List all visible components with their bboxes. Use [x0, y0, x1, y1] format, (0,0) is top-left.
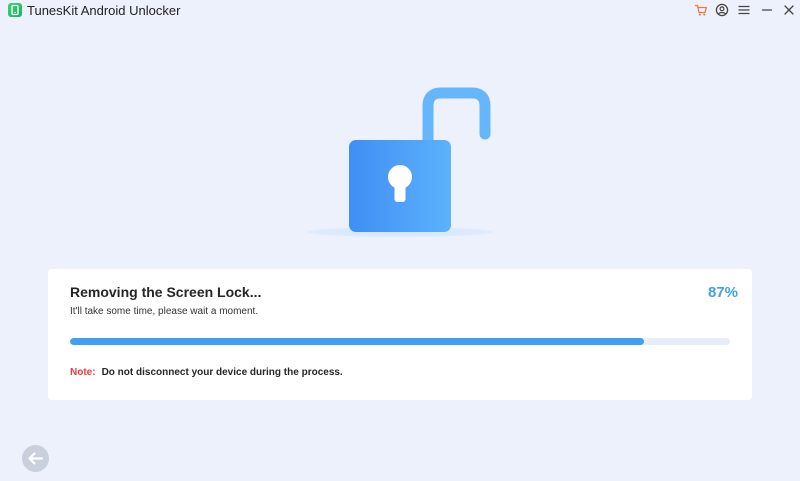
progress-subtitle: It'll take some time, please wait a mome… [70, 306, 259, 317]
back-button[interactable] [22, 445, 49, 472]
note-label: Note: [70, 367, 96, 378]
progress-bar [70, 338, 730, 345]
note-text: Do not disconnect your device during the… [101, 367, 343, 378]
minimize-icon[interactable] [760, 3, 774, 17]
progress-percent: 87% [707, 284, 738, 301]
progress-title: Removing the Screen Lock... [70, 284, 262, 300]
note: Note: Do not disconnect your device durin… [70, 367, 343, 378]
arrow-left-icon [28, 452, 44, 465]
cart-icon[interactable] [694, 3, 708, 17]
account-icon[interactable] [715, 3, 729, 17]
title-bar: TunesKit Android Unlocker [0, 0, 800, 22]
close-icon[interactable] [782, 3, 796, 17]
app-title: TunesKit Android Unlocker [27, 3, 181, 18]
progress-card: Removing the Screen Lock... 87% It'll ta… [48, 269, 752, 400]
app-logo-icon [8, 3, 22, 17]
progress-bar-fill [70, 338, 645, 345]
unlocked-padlock-illustration [300, 82, 500, 242]
menu-icon[interactable] [737, 3, 751, 17]
